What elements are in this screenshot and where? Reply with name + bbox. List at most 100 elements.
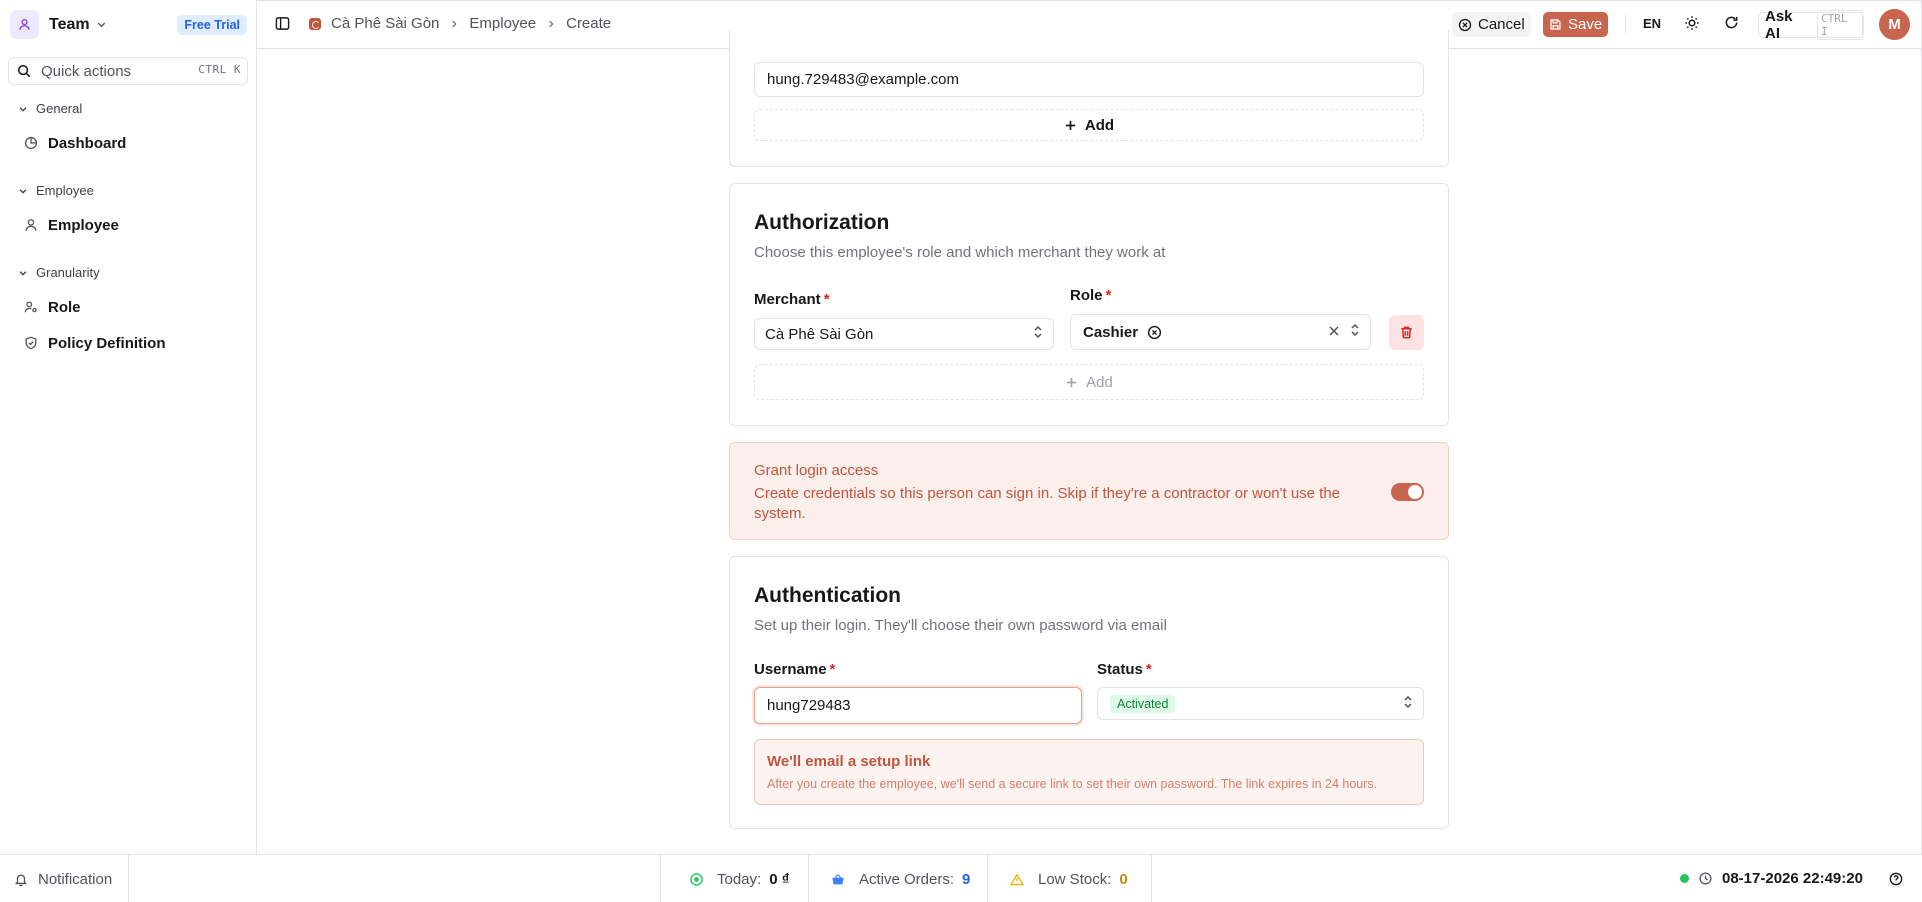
- bell-icon: [14, 874, 28, 887]
- notification-button[interactable]: Notification: [14, 871, 112, 888]
- breadcrumb-employee[interactable]: Employee: [469, 15, 536, 32]
- notification-label: Notification: [38, 871, 113, 888]
- low-stock-stat: Low Stock: 0: [1010, 871, 1128, 888]
- add-email-button[interactable]: Add: [754, 109, 1424, 141]
- breadcrumb: Cà Phê Sài Gòn Employee Create: [309, 15, 611, 32]
- today-revenue-stat: Today: 0 ₫: [690, 871, 789, 888]
- authentication-subtitle: Set up their login. They'll choose their…: [754, 617, 1167, 634]
- group-label: Employee: [36, 183, 94, 198]
- orders-label: Active Orders:: [859, 871, 955, 888]
- authentication-title: Authentication: [754, 584, 901, 607]
- team-name: Team: [49, 15, 90, 33]
- group-label: Granularity: [36, 265, 100, 280]
- authentication-card: Authentication Set up their login. They'…: [729, 556, 1449, 829]
- user-icon: [19, 18, 30, 30]
- ask-ai-button[interactable]: Ask AI CTRL I: [1758, 8, 1864, 42]
- setup-notice-title: We'll email a setup link: [767, 753, 931, 770]
- required-marker: *: [823, 291, 830, 308]
- delete-role-button[interactable]: [1389, 315, 1424, 350]
- sidebar-item-label: Employee: [48, 216, 119, 234]
- language-switcher[interactable]: EN: [1643, 16, 1661, 31]
- add-label: Add: [1086, 373, 1113, 391]
- grant-login-toggle[interactable]: [1391, 483, 1424, 501]
- save-label: Save: [1568, 16, 1603, 33]
- refresh-icon[interactable]: [1724, 15, 1739, 34]
- team-switcher[interactable]: Team Free Trial: [10, 10, 247, 39]
- chevron-down-icon: [19, 270, 27, 276]
- required-marker: *: [829, 661, 836, 678]
- sidebar-item-label: Dashboard: [48, 134, 127, 152]
- shield-icon: [25, 336, 37, 350]
- add-authorization-button[interactable]: Add: [754, 364, 1424, 400]
- sidebar-item-employee[interactable]: Employee: [24, 211, 248, 239]
- role-select[interactable]: Cashier: [1070, 314, 1371, 350]
- remove-chip-icon[interactable]: [1147, 325, 1162, 340]
- status-bar: Notification Today: 0 ₫ Active Orders: 9…: [0, 854, 1922, 902]
- status-label: Status *: [1097, 661, 1152, 678]
- trash-icon: [1401, 326, 1412, 339]
- username-label: Username *: [754, 661, 835, 678]
- ask-ai-label: Ask AI: [1765, 8, 1793, 42]
- footer-divider: [128, 855, 129, 902]
- email-value: hung.729483@example.com: [767, 71, 960, 88]
- grant-login-description: Create credentials so this person can si…: [754, 485, 1341, 522]
- merchant-select[interactable]: Cà Phê Sài Gòn: [754, 318, 1054, 350]
- sidebar-item-label: Policy Definition: [48, 334, 166, 352]
- cancel-button[interactable]: Cancel: [1452, 12, 1531, 37]
- merchant-logo-icon: [309, 17, 321, 30]
- role-label: Role *: [1070, 287, 1111, 304]
- quick-actions-shortcut: CTRL K: [198, 63, 241, 76]
- chevron-down-icon: [96, 19, 107, 30]
- clock-icon: [1699, 872, 1712, 885]
- add-label: Add: [1084, 116, 1115, 134]
- quick-actions-search[interactable]: Quick actions CTRL K: [8, 57, 248, 85]
- ask-ai-shortcut: CTRL I: [1817, 10, 1863, 40]
- username-field[interactable]: hung729483: [754, 687, 1082, 724]
- merchant-value: Cà Phê Sài Gòn: [765, 325, 874, 343]
- save-button[interactable]: Save: [1543, 12, 1609, 37]
- chevron-right-icon: [449, 19, 459, 29]
- authorization-subtitle: Choose this employee's role and which me…: [754, 244, 1166, 261]
- sidebar-toggle-icon[interactable]: [275, 16, 290, 35]
- role-label-text: Role: [1070, 287, 1103, 304]
- email-field[interactable]: hung.729483@example.com: [754, 62, 1424, 97]
- clock: 08-17-2026 22:49:20: [1680, 870, 1863, 887]
- free-trial-badge[interactable]: Free Trial: [177, 15, 247, 35]
- merchant-label-text: Merchant: [754, 291, 821, 308]
- footer-divider: [987, 855, 988, 902]
- user-icon: [25, 219, 37, 231]
- chevron-updown-icon: [1033, 325, 1043, 343]
- search-icon: [17, 64, 31, 78]
- chevron-down-icon: [19, 188, 27, 194]
- sidebar: Team Free Trial Quick actions CTRL K Gen…: [0, 0, 257, 854]
- sidebar-item-role[interactable]: Role: [24, 293, 248, 321]
- sun-icon[interactable]: [1684, 15, 1700, 35]
- plus-icon: [1065, 120, 1076, 130]
- chevron-updown-icon: [1350, 323, 1360, 341]
- sidebar-item-dashboard[interactable]: Dashboard: [24, 129, 248, 157]
- low-stock-value: 0: [1119, 871, 1128, 888]
- cancel-label: Cancel: [1478, 16, 1525, 33]
- clear-icon[interactable]: [1328, 325, 1340, 337]
- group-general[interactable]: General: [18, 101, 82, 116]
- user-avatar[interactable]: M: [1879, 9, 1910, 40]
- active-orders-stat: Active Orders: 9: [831, 871, 970, 888]
- basket-icon: [832, 874, 844, 885]
- breadcrumb-merchant[interactable]: Cà Phê Sài Gòn: [331, 15, 439, 32]
- group-granularity[interactable]: Granularity: [18, 265, 100, 280]
- help-icon[interactable]: [1889, 872, 1903, 890]
- warning-icon: [1010, 873, 1024, 886]
- pie-chart-icon: [24, 136, 38, 150]
- required-marker: *: [1145, 661, 1152, 678]
- group-employee[interactable]: Employee: [18, 183, 94, 198]
- footer-divider: [808, 855, 809, 902]
- status-select[interactable]: Activated: [1097, 687, 1424, 720]
- setup-notice-description: After you create the employee, we'll sen…: [767, 777, 1378, 791]
- username-label-text: Username: [754, 661, 827, 678]
- header-divider: [1625, 13, 1626, 35]
- sidebar-item-policy-definition[interactable]: Policy Definition: [24, 329, 248, 357]
- orders-value: 9: [962, 871, 971, 888]
- today-value: 0 ₫: [769, 871, 790, 888]
- username-value: hung729483: [767, 697, 851, 714]
- contact-card: hung.729483@example.com Add: [729, 30, 1449, 167]
